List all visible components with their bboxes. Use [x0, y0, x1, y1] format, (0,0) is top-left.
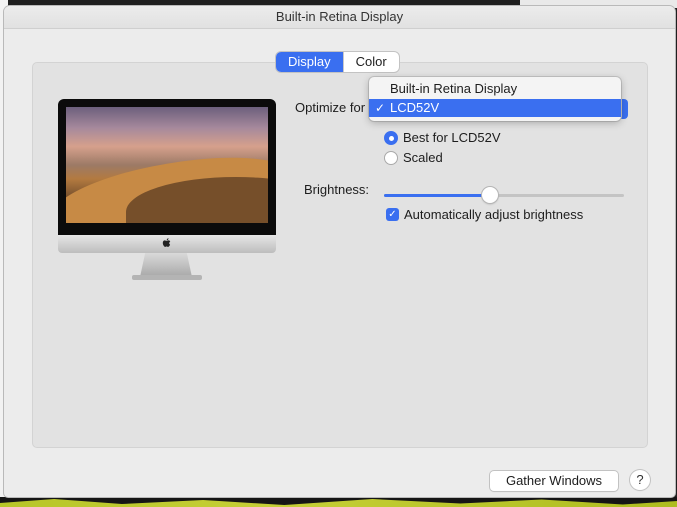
menu-item-built-in-retina-display[interactable]: Built-in Retina Display — [369, 80, 621, 98]
checkmark-icon: ✓ — [375, 101, 386, 115]
imac-stand — [140, 253, 192, 277]
menu-item-lcd52v-label: LCD52V — [390, 100, 440, 115]
imac-screen — [58, 99, 276, 235]
checkbox-checked-icon: ✓ — [386, 208, 399, 221]
tab-bar: Display Color — [276, 52, 399, 72]
help-button[interactable]: ? — [630, 470, 650, 490]
radio-best-for-display[interactable]: Best for LCD52V — [384, 130, 501, 145]
slider-knob[interactable] — [482, 187, 498, 203]
window-title: Built-in Retina Display — [4, 6, 675, 29]
menu-item-lcd52v[interactable]: ✓ LCD52V — [369, 99, 621, 117]
display-preferences-window: Built-in Retina Display Display Color Op… — [4, 6, 675, 497]
optimize-for-dropdown-menu[interactable]: Built-in Retina Display ✓ LCD52V — [369, 77, 621, 121]
desktop-wallpaper-image — [66, 107, 268, 223]
imac-stand-base — [132, 275, 202, 280]
desktop-background — [0, 497, 677, 507]
imac-illustration — [58, 99, 278, 289]
radio-scaled[interactable]: Scaled — [384, 150, 443, 165]
radio-best-label: Best for LCD52V — [403, 130, 501, 145]
radio-indicator-selected — [384, 130, 398, 145]
brightness-slider[interactable] — [384, 187, 624, 203]
auto-brightness-label: Automatically adjust brightness — [404, 207, 584, 222]
radio-indicator — [384, 150, 398, 165]
radio-scaled-label: Scaled — [403, 150, 443, 165]
apple-logo-icon — [162, 237, 172, 252]
slider-fill — [384, 194, 490, 197]
auto-brightness-checkbox[interactable]: ✓ Automatically adjust brightness — [386, 207, 583, 222]
gather-windows-button[interactable]: Gather Windows — [490, 471, 618, 491]
tab-display[interactable]: Display — [276, 52, 343, 72]
imac-chin — [58, 235, 276, 253]
brightness-label: Brightness: — [304, 182, 370, 197]
tab-color[interactable]: Color — [342, 52, 399, 72]
optimize-for-label: Optimize for — [295, 100, 366, 115]
